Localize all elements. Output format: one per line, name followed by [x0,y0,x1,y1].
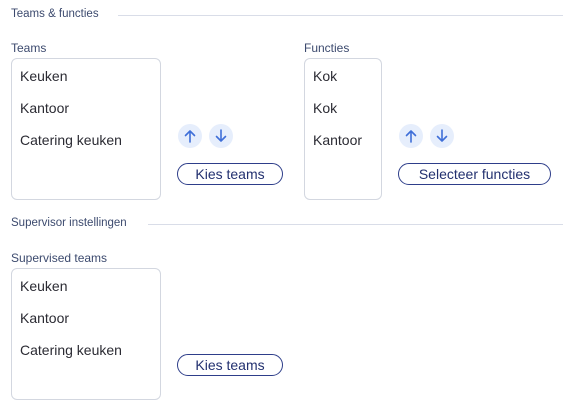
arrow-down-icon [436,129,448,142]
list-item[interactable]: Kok [313,68,337,84]
list-item[interactable]: Keuken [20,278,67,294]
section-divider [118,15,563,16]
arrow-down-icon [215,129,227,142]
kies-teams-button[interactable]: Kies teams [177,163,283,185]
teams-listbox[interactable]: Keuken Kantoor Catering keuken [11,58,161,200]
supervised-teams-label: Supervised teams [11,251,108,265]
list-item[interactable]: Kantoor [20,100,69,116]
list-item[interactable]: Kantoor [20,310,69,326]
selecteer-functies-button[interactable]: Selecteer functies [398,163,551,185]
list-item[interactable]: Catering keuken [20,132,122,148]
section-title-teams-functions: Teams & functies [11,8,99,20]
teams-move-down-button[interactable] [209,124,233,148]
section-divider [148,224,563,225]
teams-move-up-button[interactable] [178,124,202,148]
list-item[interactable]: Catering keuken [20,342,122,358]
arrow-up-icon [184,130,196,143]
teams-label: Teams [11,41,47,55]
functions-move-down-button[interactable] [430,124,454,148]
supervised-kies-teams-button[interactable]: Kies teams [177,354,283,376]
list-item[interactable]: Keuken [20,68,67,84]
section-title-supervisor: Supervisor instellingen [11,217,127,229]
functions-move-up-button[interactable] [399,124,423,148]
arrow-up-icon [405,130,417,143]
list-item[interactable]: Kok [313,100,337,116]
list-item[interactable]: Kantoor [313,132,362,148]
functions-label: Functies [304,41,350,55]
functions-listbox[interactable]: Kok Kok Kantoor [304,58,382,200]
supervised-teams-listbox[interactable]: Keuken Kantoor Catering keuken [11,268,161,400]
